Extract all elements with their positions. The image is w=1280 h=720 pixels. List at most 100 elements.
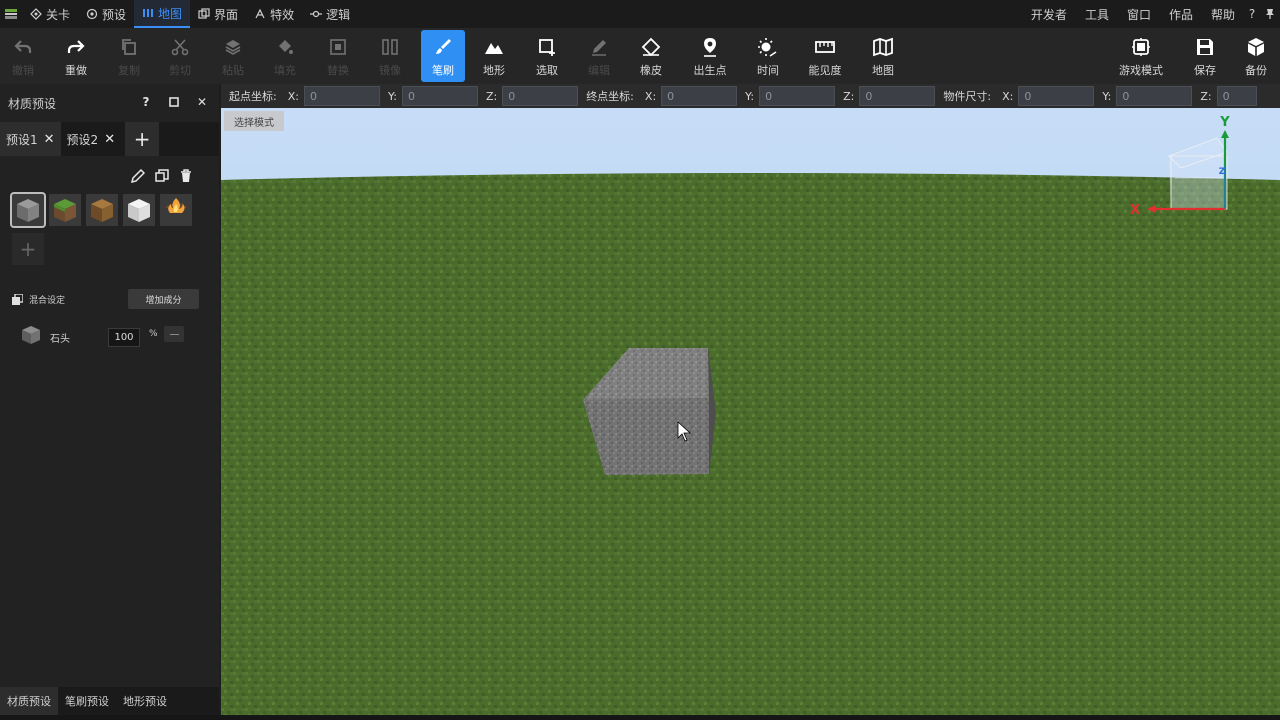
swatch-snow[interactable] [123,194,155,226]
cut-button[interactable]: 剪切 [158,30,202,82]
ui-icon [198,8,210,19]
menu-developer[interactable]: 开发者 [1022,6,1076,23]
redo-button[interactable]: 重做 [54,30,98,82]
fill-label: 填充 [274,64,296,77]
menu-tab-label: 预设 [102,7,127,22]
swatch-fire[interactable] [160,194,192,226]
map-label: 地图 [872,64,894,77]
trash-icon[interactable] [179,168,193,187]
size-y-input[interactable]: 0 [1116,86,1193,106]
terrain-button[interactable]: 地形 [472,30,516,82]
close-icon[interactable]: ✕ [195,95,209,109]
remove-component-button[interactable] [164,326,184,342]
copy-button[interactable]: 复制 [107,30,151,82]
save-button[interactable]: 保存 [1183,30,1227,82]
maximize-icon[interactable] [167,95,181,109]
component-percent-input[interactable]: 100 [108,328,140,347]
help-icon[interactable]: ? [139,95,153,109]
menu-window[interactable]: 窗口 [1118,6,1160,23]
tab-material-presets[interactable]: 材质预设 [0,687,58,715]
menu-tab-preset[interactable]: 预设 [78,0,134,28]
size-x-input[interactable]: 0 [1018,86,1095,106]
menu-tab-label: 逻辑 [326,7,351,22]
map-button[interactable]: 地图 [861,30,905,82]
edit-pencil-icon[interactable] [130,168,146,187]
replace-icon [326,36,350,58]
edit-label: 编辑 [588,64,610,77]
visibility-button[interactable]: 能见度 [803,30,847,82]
layers-icon [221,36,245,58]
mirror-icon [378,36,402,58]
preset-tabs: 预设1 ✕ 预设2 ✕ + [0,122,219,156]
swatch-dirt[interactable] [86,194,118,226]
pin-icon[interactable] [1260,8,1280,20]
add-tab-button[interactable]: + [125,122,160,156]
end-y-input[interactable]: 0 [759,86,836,106]
minus-icon [169,333,179,335]
eraser-icon [639,36,663,58]
tab-terrain-presets[interactable]: 地形预设 [116,687,174,715]
panel-title: 材质预设 [8,96,57,111]
undo-button[interactable]: 撤销 [1,30,45,82]
floppy-disk-icon [1193,36,1217,58]
axis-y-label: Y: [1102,89,1112,103]
game-mode-button[interactable]: 游戏模式 [1118,30,1164,82]
add-material-button[interactable]: + [12,233,44,265]
size-label: 物件尺寸: [943,90,992,103]
replace-button[interactable]: 替换 [316,30,360,82]
spawn-point-button[interactable]: 出生点 [688,30,732,82]
eraser-button[interactable]: 橡皮 [629,30,673,82]
duplicate-icon[interactable] [155,168,169,187]
edit-button[interactable]: 编辑 [577,30,621,82]
axis-x-label: X: [644,89,657,103]
end-z-input[interactable]: 0 [859,86,936,106]
axis-y-label: Y: [745,89,755,103]
menu-tab-level[interactable]: 关卡 [22,0,78,28]
paint-bucket-icon [273,36,297,58]
time-button[interactable]: 时间 [746,30,790,82]
close-tab-icon[interactable]: ✕ [44,132,55,147]
mix-settings-label: 混合设定 [29,295,66,306]
material-swatches [10,192,192,228]
select-button[interactable]: 选取 [525,30,569,82]
select-mode-button[interactable]: 选择模式 [224,111,284,131]
menu-tab-map[interactable]: 地图 [134,0,191,28]
end-x-input[interactable]: 0 [661,86,738,106]
close-tab-icon[interactable]: ✕ [104,132,115,147]
panel-header: 材质预设 ? ✕ [0,84,219,122]
menu-tab-effects[interactable]: 特效 [246,0,302,28]
terrain-label: 地形 [483,64,505,77]
swatch-grass[interactable] [49,194,81,226]
menu-tab-label: 界面 [214,7,239,22]
menu-works[interactable]: 作品 [1160,6,1202,23]
start-y-input[interactable]: 0 [401,86,478,106]
pencil-icon [587,36,611,58]
backup-button[interactable]: 备份 [1234,30,1278,82]
start-z-input[interactable]: 0 [502,86,579,106]
tab-brush-presets[interactable]: 笔刷预设 [58,687,116,715]
app-logo-icon[interactable] [0,0,22,28]
add-component-button[interactable]: 增加成分 [128,289,199,309]
scene-canvas[interactable]: Y X Z [221,108,1280,715]
tab-preset-2[interactable]: 预设2 ✕ [61,122,122,156]
menu-help[interactable]: 帮助 [1202,6,1244,23]
menu-tools[interactable]: 工具 [1076,6,1118,23]
brush-button[interactable]: 笔刷 [421,30,465,82]
menu-tab-ui[interactable]: 界面 [190,0,246,28]
mirror-button[interactable]: 镜像 [368,30,412,82]
start-x-input[interactable]: 0 [303,86,380,106]
gizmo-x-label: X [1130,203,1140,218]
help-question-icon[interactable]: ? [1244,7,1260,21]
backup-label: 备份 [1245,64,1267,77]
menu-tab-logic[interactable]: 逻辑 [302,0,358,28]
paste-button[interactable]: 粘贴 [211,30,255,82]
redo-label: 重做 [65,64,87,77]
stone-block-icon [20,324,42,350]
tab-preset-1[interactable]: 预设1 ✕ [0,122,61,156]
scene-viewport[interactable]: Y X Z 选择模式 [221,108,1280,715]
swatch-stone[interactable] [10,192,46,228]
percent-unit: % [149,329,158,339]
fill-button[interactable]: 填充 [263,30,307,82]
size-z-input[interactable]: 0 [1216,86,1257,106]
start-coord-label: 起点坐标: [229,90,277,103]
